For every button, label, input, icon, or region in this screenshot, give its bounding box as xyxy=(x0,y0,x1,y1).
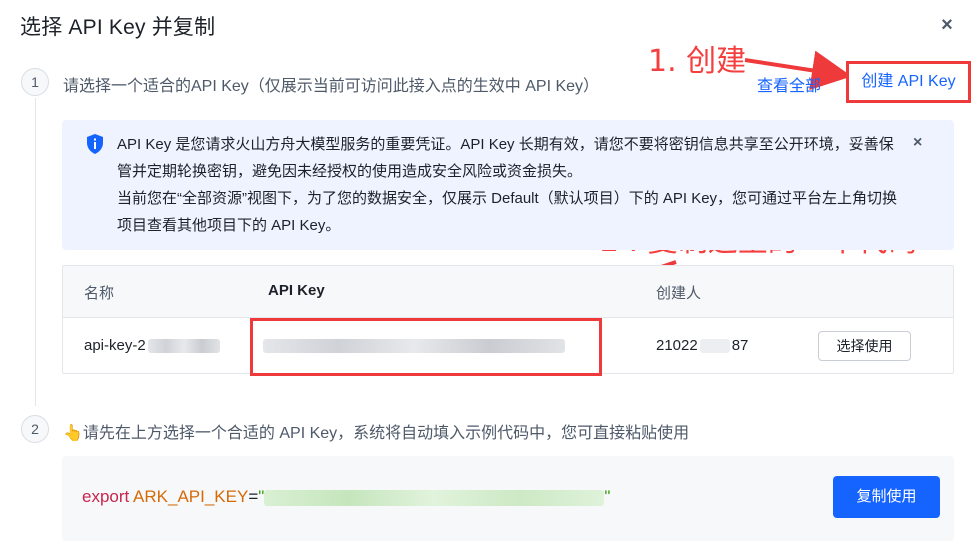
name-prefix: api-key-2 xyxy=(84,337,146,354)
column-header-api-key: API Key xyxy=(268,282,325,299)
cell-creator: 21022 87 xyxy=(656,337,748,354)
shield-info-icon xyxy=(87,134,103,154)
select-use-button[interactable]: 选择使用 xyxy=(818,331,911,361)
step-connector xyxy=(35,98,36,406)
column-header-creator: 创建人 xyxy=(656,285,702,302)
creator-prefix: 21022 xyxy=(656,337,698,354)
code-keyword: export xyxy=(82,487,130,506)
step-1-badge: 1 xyxy=(21,68,49,96)
step-1-text: 请选择一个适合的API Key（仅展示当前可访问此接入点的生效中 API Key… xyxy=(63,78,600,95)
code-quote-close: " xyxy=(604,487,611,506)
annotation-highlight-box xyxy=(250,318,602,376)
code-equals: = xyxy=(248,487,259,506)
code-line: export ARK_API_KEY=" " xyxy=(82,487,610,507)
step-2-badge: 2 xyxy=(21,415,49,443)
notice-text: API Key 是您请求火山方舟大模型服务的重要凭证。API Key 长期有效，… xyxy=(117,131,907,239)
redacted-code-key xyxy=(264,489,605,506)
code-snippet-box: export ARK_API_KEY=" " 复制使用 xyxy=(62,456,954,541)
notice-line-2: 当前您在“全部资源”视图下，为了您的数据安全，仅展示 Default（默认项目）… xyxy=(117,190,898,234)
api-key-dialog: 选择 API Key 并复制 × 1. 创建 2 . 复制这里的一串代码 1 请… xyxy=(0,0,979,550)
notice-line-1: API Key 是您请求火山方舟大模型服务的重要凭证。API Key 长期有效，… xyxy=(117,136,894,180)
step-2-text: 👆请先在上方选择一个合适的 API Key，系统将自动填入示例代码中，您可直接粘… xyxy=(63,425,690,442)
redacted-creator xyxy=(699,339,730,354)
create-api-key-button[interactable]: 创建 API Key xyxy=(846,61,971,103)
table-header: 名称 API Key 创建人 xyxy=(63,266,953,318)
redacted-name xyxy=(147,339,220,354)
copy-use-button[interactable]: 复制使用 xyxy=(833,476,940,518)
creator-suffix: 87 xyxy=(731,337,749,354)
cell-name: api-key-2 xyxy=(84,337,220,354)
notice-close-icon[interactable]: × xyxy=(913,134,922,152)
code-variable: ARK_API_KEY xyxy=(133,487,249,506)
annotation-step1: 1. 创建 xyxy=(648,44,747,79)
security-notice: API Key 是您请求火山方舟大模型服务的重要凭证。API Key 长期有效，… xyxy=(62,120,954,250)
column-header-name: 名称 xyxy=(84,285,115,302)
view-all-link[interactable]: 查看全部 xyxy=(757,72,821,96)
